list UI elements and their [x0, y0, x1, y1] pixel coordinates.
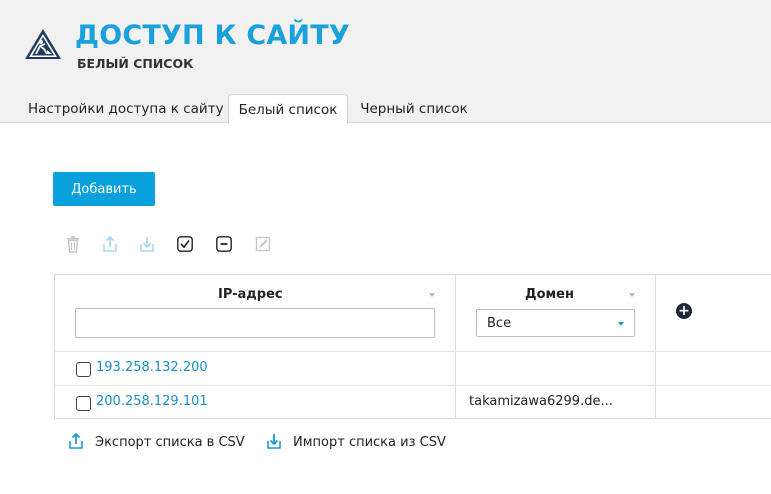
page-title: ДОСТУП К САЙТУ	[75, 20, 350, 51]
domain-cell: takamizawa6299.de...	[469, 394, 613, 409]
tab-whitelist[interactable]: Белый список	[228, 94, 348, 124]
import-csv-link[interactable]: Импорт списка из CSV	[266, 432, 451, 454]
column-header-domain[interactable]: Домен	[525, 287, 574, 302]
column-header-ip[interactable]: IP-адрес	[218, 287, 283, 302]
page-header: ДОСТУП К САЙТУ БЕЛЫЙ СПИСОК Настройки до…	[0, 0, 771, 124]
tab-label: Настройки доступа к сайту	[28, 101, 224, 117]
table-row: 200.258.129.101 takamizawa6299.de...	[55, 386, 771, 420]
table-row: 193.258.132.200	[55, 352, 771, 386]
page-subtitle: БЕЛЫЙ СПИСОК	[77, 56, 194, 71]
chevron-down-icon	[618, 322, 624, 326]
domain-filter-value: Все	[487, 316, 512, 331]
sort-caret-icon[interactable]	[429, 293, 435, 297]
export-icon[interactable]	[102, 235, 118, 253]
import-icon[interactable]	[139, 235, 155, 253]
ip-link[interactable]: 200.258.129.101	[96, 394, 208, 409]
tab-blacklist[interactable]: Черный список	[355, 94, 473, 124]
add-button[interactable]: Добавить	[53, 172, 155, 206]
export-csv-label: Экспорт списка в CSV	[95, 435, 245, 450]
export-csv-link[interactable]: Экспорт списка в CSV	[68, 432, 248, 454]
ip-link[interactable]: 193.258.132.200	[96, 360, 208, 375]
tab-label: Черный список	[360, 101, 468, 117]
import-csv-label: Импорт списка из CSV	[293, 435, 446, 450]
edit-icon[interactable]	[255, 235, 271, 253]
ip-filter-input[interactable]	[75, 308, 435, 338]
row-checkbox[interactable]	[76, 396, 91, 411]
check-all-icon[interactable]	[177, 235, 193, 253]
tab-label: Белый список	[238, 102, 338, 118]
domain-filter-select[interactable]: Все	[476, 309, 635, 337]
row-checkbox[interactable]	[76, 362, 91, 377]
add-column-plus-icon[interactable]: +	[676, 303, 692, 319]
trash-icon[interactable]	[65, 235, 81, 253]
import-icon	[267, 434, 281, 449]
road-work-icon	[25, 29, 61, 59]
export-icon	[69, 432, 83, 449]
uncheck-all-icon[interactable]	[216, 235, 232, 253]
tab-access-settings[interactable]: Настройки доступа к сайту	[28, 94, 224, 124]
whitelist-table: IP-адрес Домен Все + 193.258.132.200 200…	[54, 274, 771, 419]
sort-caret-icon[interactable]	[629, 293, 635, 297]
